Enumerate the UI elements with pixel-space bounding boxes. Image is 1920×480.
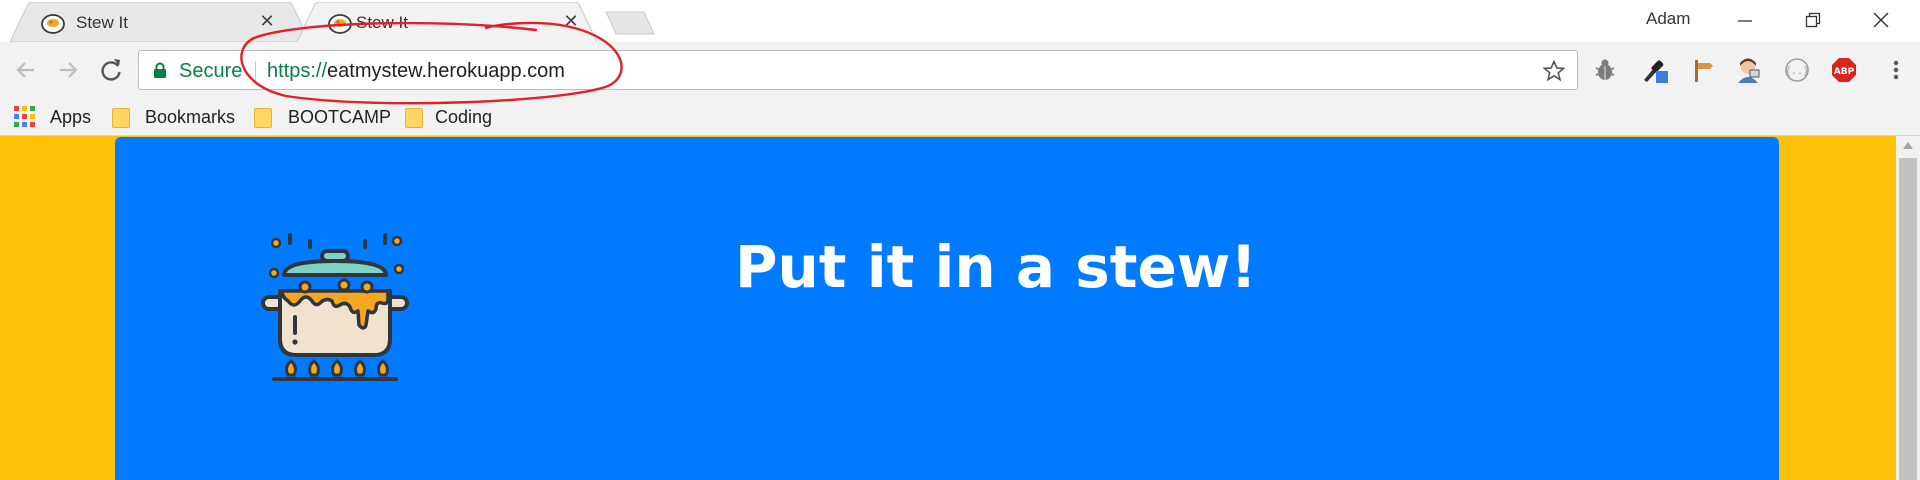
security-label[interactable]: Secure — [179, 60, 242, 83]
bookmark-label: BOOTCAMP — [288, 107, 392, 127]
navigation-toolbar: Secure https://eatmystew.herokuapp.com {… — [0, 42, 1920, 98]
apps-grid-icon — [14, 106, 35, 127]
stew-pot-favicon-icon — [328, 14, 352, 34]
page-heading: Put it in a stew! — [735, 233, 1257, 301]
browser-chrome: Stew It ✕ Stew It ✕ Adam Secure https://… — [0, 0, 1920, 136]
close-tab-icon[interactable]: ✕ — [561, 11, 581, 31]
svg-text:{..}: {..} — [1785, 66, 1809, 77]
bookmark-folder-bookmarks[interactable]: Bookmarks — [112, 104, 242, 130]
bookmark-star-icon[interactable] — [1543, 60, 1565, 82]
stew-pot-icon — [261, 233, 409, 381]
lock-icon — [154, 62, 166, 78]
bookmark-folder-coding[interactable]: Coding — [405, 104, 515, 130]
signpost-icon[interactable] — [1688, 56, 1716, 84]
minimize-button[interactable] — [1710, 0, 1780, 40]
close-icon — [1873, 12, 1889, 28]
scrollbar-thumb[interactable] — [1899, 158, 1917, 480]
back-button[interactable] — [10, 54, 42, 86]
page-viewport: Put it in a stew! — [0, 136, 1920, 480]
adblock-label: ABP — [1834, 67, 1855, 77]
tab-title: Stew It — [356, 13, 408, 32]
folder-icon — [405, 108, 423, 128]
bookmark-label: Apps — [50, 107, 92, 127]
restore-icon — [1805, 12, 1821, 28]
url-host: eatmystew.herokuapp.com — [327, 60, 565, 82]
back-arrow-icon — [16, 62, 34, 78]
bookmarks-bar: Apps Bookmarks BOOTCAMP Coding — [0, 98, 1920, 136]
close-tab-icon[interactable]: ✕ — [257, 11, 277, 31]
restore-button[interactable] — [1778, 0, 1848, 40]
omnibox-divider — [255, 61, 256, 81]
profile-name[interactable]: Adam — [1646, 9, 1690, 29]
folder-icon — [254, 108, 272, 128]
scroll-up-arrow-icon[interactable] — [1903, 142, 1913, 149]
stew-pot-favicon-icon — [41, 14, 65, 34]
tab-stew-it-2[interactable]: Stew It ✕ — [297, 2, 597, 42]
reload-button[interactable] — [95, 54, 127, 86]
reload-icon — [101, 59, 121, 81]
tab-title: Stew It — [76, 13, 128, 32]
bookmark-folder-bootcamp[interactable]: BOOTCAMP — [254, 104, 391, 130]
bookmark-label: Bookmarks — [145, 107, 236, 127]
forward-button[interactable] — [52, 54, 84, 86]
avatar-icon[interactable] — [1734, 56, 1762, 84]
minimize-icon — [1738, 20, 1752, 22]
url-text[interactable]: https://eatmystew.herokuapp.com — [267, 60, 565, 83]
address-bar[interactable]: Secure https://eatmystew.herokuapp.com — [138, 50, 1578, 90]
forward-arrow-icon — [60, 62, 78, 78]
vertical-scrollbar[interactable] — [1896, 136, 1920, 480]
menu-kebab-icon[interactable] — [1882, 56, 1910, 84]
tab-strip: Stew It ✕ Stew It ✕ Adam — [0, 0, 1920, 42]
folder-icon — [112, 108, 130, 128]
hero-jumbotron: Put it in a stew! — [115, 137, 1779, 480]
eyedropper-icon[interactable] — [1641, 56, 1669, 84]
tab-stew-it-1[interactable]: Stew It ✕ — [10, 2, 310, 42]
bug-icon[interactable] — [1591, 56, 1619, 84]
new-tab-button[interactable] — [604, 10, 656, 36]
code-braces-icon[interactable]: {..} — [1783, 56, 1811, 84]
close-window-button[interactable] — [1846, 0, 1916, 40]
adblock-plus-icon[interactable]: ABP — [1830, 56, 1858, 84]
bookmark-apps[interactable]: Apps — [14, 104, 94, 130]
bookmark-label: Coding — [435, 107, 493, 127]
url-scheme: https:// — [267, 60, 328, 82]
